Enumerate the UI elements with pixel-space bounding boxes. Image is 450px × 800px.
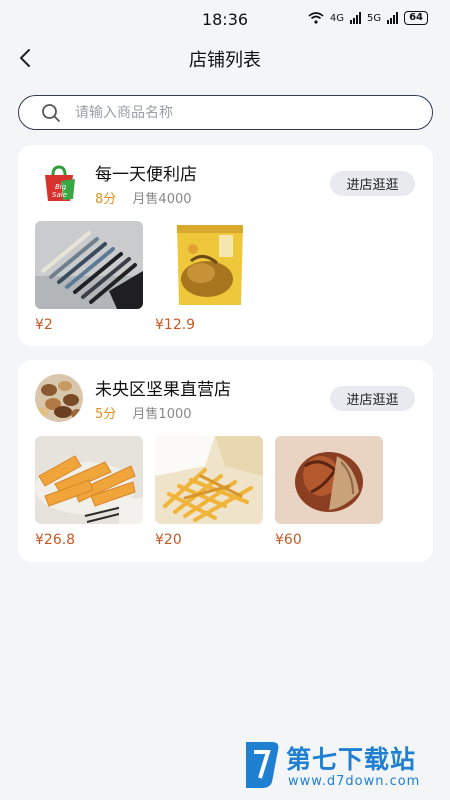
watermark-title: 第七下载站 — [286, 745, 417, 774]
product-item[interactable]: ¥26.8 — [35, 436, 143, 548]
network-5g-label: 5G — [366, 12, 382, 24]
signal-icon-2 — [387, 12, 399, 24]
product-item[interactable]: ¥2 — [35, 221, 143, 333]
product-price: ¥26.8 — [35, 532, 76, 548]
enter-shop-button[interactable]: 进店逛逛 — [330, 386, 415, 411]
watermark-logo-icon — [246, 742, 279, 788]
search-bar[interactable] — [18, 95, 433, 130]
product-image-sweet-potato-chips — [35, 436, 143, 524]
page-title: 店铺列表 — [189, 50, 261, 71]
search-icon — [42, 103, 60, 122]
shop-sales: 月售1000 — [132, 407, 192, 422]
product-item[interactable]: ¥60 — [275, 436, 383, 548]
signal-icon — [349, 12, 361, 24]
shop-name: 每一天便利店 — [95, 165, 197, 185]
search-input[interactable] — [75, 104, 395, 121]
shop-meta: 8分 月售4000 — [95, 188, 192, 207]
logo-text-big: Big — [55, 183, 67, 191]
product-price: ¥60 — [275, 532, 302, 548]
product-price: ¥12.9 — [155, 317, 196, 333]
product-image-pecans — [275, 436, 383, 524]
logo-text-sale: Sale — [52, 191, 67, 199]
status-bar: 18:36 4G 5G 64 — [0, 0, 450, 38]
product-item[interactable]: ¥20 — [155, 436, 263, 548]
shop-sales: 月售4000 — [132, 192, 192, 207]
shop-name: 未央区坚果直营店 — [95, 380, 231, 400]
shop-score: 8分 — [95, 192, 117, 207]
product-price: ¥20 — [155, 532, 182, 548]
shop-card[interactable]: 未央区坚果直营店 5分 月售1000 进店逛逛 ¥26.8 ¥20 ¥60 — [18, 360, 433, 562]
shop-logo: Big Sale — [35, 159, 83, 207]
shop-meta: 5分 月售1000 — [95, 403, 192, 422]
shop-logo — [35, 374, 83, 422]
product-image-pens — [35, 221, 143, 309]
watermark-url: www.d7down.com — [288, 774, 421, 789]
product-image-snack-bag — [155, 221, 263, 309]
battery-indicator: 64 — [404, 11, 428, 25]
network-4g-label: 4G — [329, 12, 344, 24]
product-price: ¥2 — [35, 317, 53, 333]
shop-score: 5分 — [95, 407, 117, 422]
wifi-icon — [308, 12, 324, 24]
enter-shop-button[interactable]: 进店逛逛 — [330, 171, 415, 196]
product-item[interactable]: ¥12.9 — [155, 221, 263, 333]
watermark: 第七下载站 www.d7down.com — [242, 736, 442, 796]
status-icons: 4G 5G 64 — [308, 11, 428, 25]
product-image-fries — [155, 436, 263, 524]
nav-bar: 店铺列表 — [0, 38, 450, 78]
shop-card[interactable]: Big Sale 每一天便利店 8分 月售4000 进店逛逛 ¥2 ¥12.9 — [18, 145, 433, 346]
